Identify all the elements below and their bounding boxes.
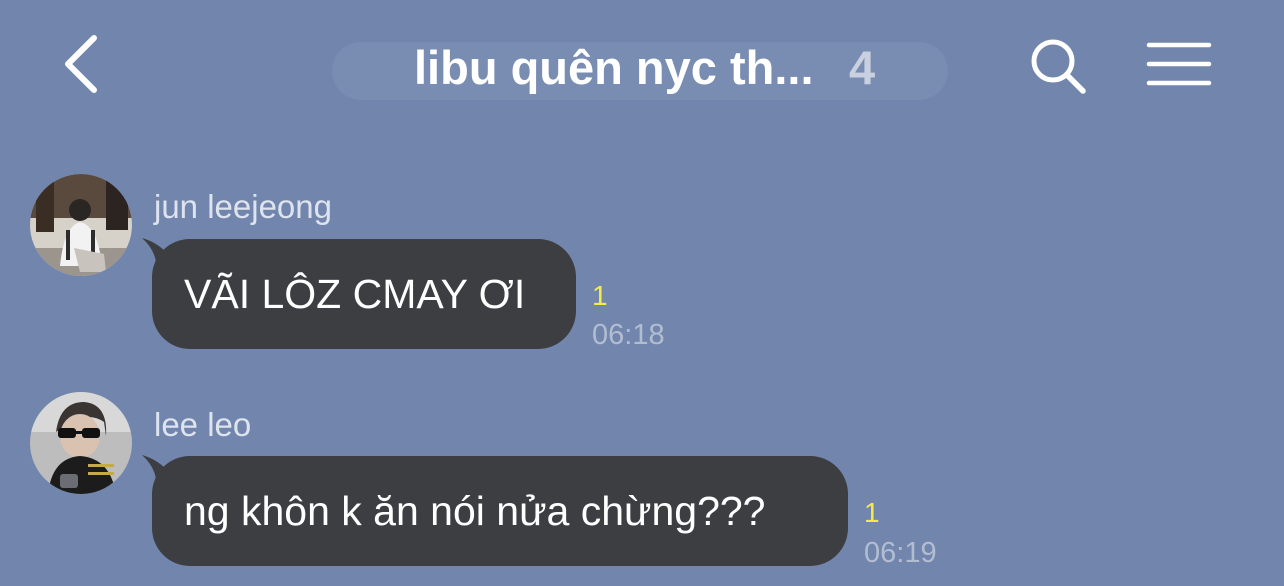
message-bubble[interactable]: ng khôn k ăn nói nửa chừng??? [142, 455, 848, 566]
message-time: 06:18 [592, 319, 665, 351]
member-count: 4 [849, 41, 876, 94]
avatar[interactable] [30, 392, 132, 494]
back-button[interactable] [56, 32, 112, 96]
avatar[interactable] [30, 174, 132, 276]
bubble-tail [142, 238, 182, 278]
chat-title[interactable]: libu quên nyc th... [414, 40, 814, 96]
chat-screen: libu quên nyc th... 4 jun leejeong VÃI L… [0, 0, 1284, 586]
unread-count: 1 [592, 280, 608, 311]
message-text: ng khôn k ăn nói nửa chừng??? [184, 488, 766, 534]
message-time: 06:19 [864, 537, 937, 569]
chat-header: libu quên nyc th... 4 [0, 0, 1284, 140]
message-bubble[interactable]: VÃI LÔZ CMAY ƠI [142, 238, 576, 349]
chevron-left-icon [56, 32, 112, 96]
search-icon [1028, 36, 1088, 96]
menu-button[interactable] [1146, 40, 1212, 88]
sender-name: lee leo [154, 406, 252, 443]
sender-name: jun leejeong [154, 188, 332, 225]
hamburger-menu-icon [1146, 40, 1212, 88]
search-button[interactable] [1028, 36, 1088, 96]
bubble-tail [142, 455, 182, 495]
message-text: VÃI LÔZ CMAY ƠI [184, 271, 526, 317]
unread-count: 1 [864, 497, 880, 528]
